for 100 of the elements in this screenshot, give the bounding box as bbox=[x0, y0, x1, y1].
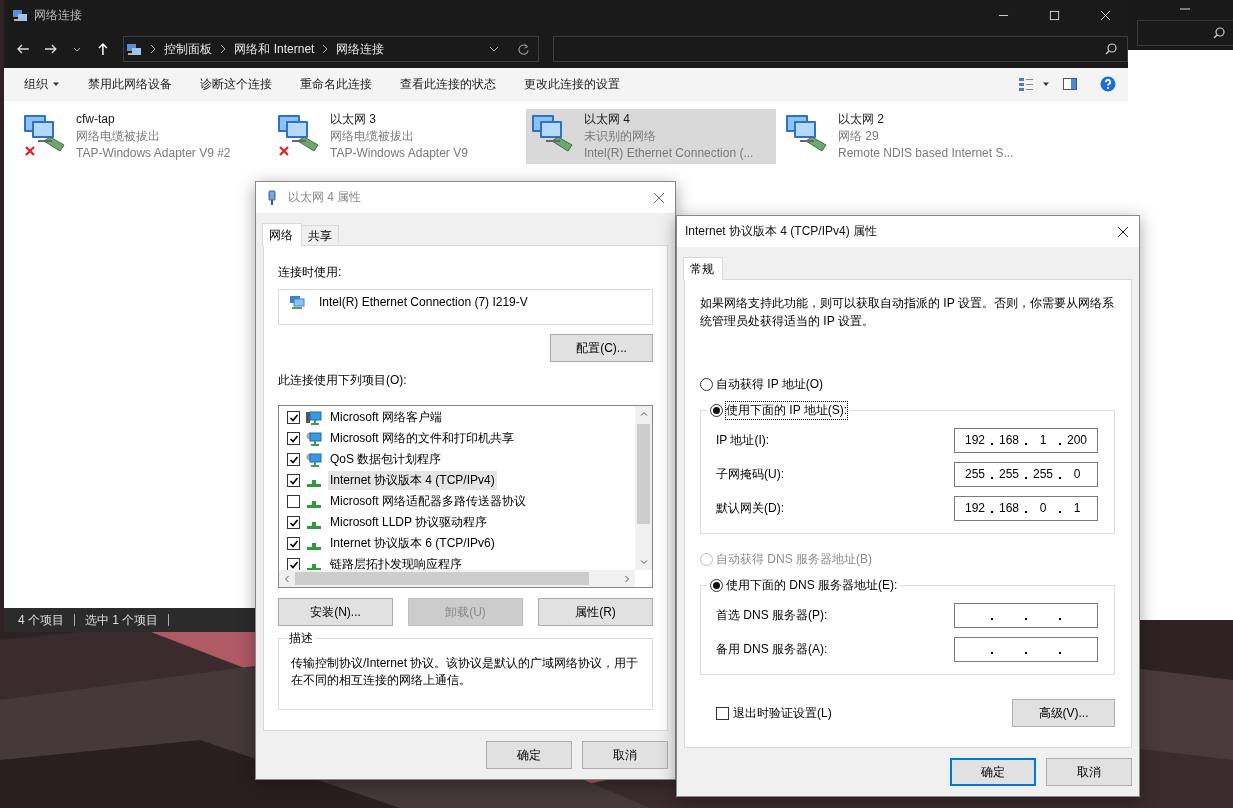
dialog-title: Internet 协议版本 4 (TCP/IPv4) 属性 bbox=[685, 223, 878, 240]
maximize-icon[interactable] bbox=[1049, 9, 1060, 21]
adapter-device: TAP-Windows Adapter V9 bbox=[330, 145, 468, 162]
breadcrumb-item[interactable]: 网络连接 bbox=[336, 40, 385, 58]
tab[interactable]: 共享 bbox=[301, 225, 339, 245]
up-arrow-icon[interactable] bbox=[95, 42, 110, 56]
back-icon[interactable] bbox=[16, 42, 30, 56]
ip-address-field[interactable]: 255 255 255 0 bbox=[954, 461, 1098, 487]
checkbox[interactable] bbox=[287, 432, 300, 445]
intro-text: 如果网络支持此功能，则可以获取自动指派的 IP 设置。否则，你需要从网络系统管理员处获得适当的 IP 设置。 bbox=[700, 295, 1115, 330]
command-button[interactable]: 查看此连接的状态 bbox=[392, 71, 504, 97]
network-adapter-icon bbox=[289, 294, 305, 310]
checkbox[interactable] bbox=[287, 474, 300, 487]
breadcrumb-item[interactable]: 网络和 Internet bbox=[234, 40, 315, 58]
section-label: 此连接使用下列项目(O): bbox=[278, 372, 408, 389]
search-icon bbox=[1105, 43, 1118, 55]
list-item[interactable]: Microsoft 网络客户端 bbox=[328, 408, 444, 427]
action-button[interactable]: 安装(N)... bbox=[278, 598, 393, 626]
status-text: 选中 1 个项目 bbox=[85, 611, 159, 629]
adapter-name: 以太网 3 bbox=[330, 111, 377, 128]
chevron-icon bbox=[220, 44, 227, 54]
checkbox[interactable] bbox=[287, 537, 300, 550]
dialog-button[interactable]: 取消 bbox=[1046, 758, 1132, 786]
adapter-name: 以太网 4 bbox=[584, 111, 631, 128]
configure-button[interactable]: 配置(C)... bbox=[550, 334, 653, 362]
field-label: 默认网关(D): bbox=[716, 499, 785, 517]
command-button[interactable]: 诊断这个连接 bbox=[192, 71, 280, 97]
adapter-name: Intel(R) Ethernet Connection (7) I219-V bbox=[319, 295, 528, 309]
network-folder-icon bbox=[126, 41, 143, 57]
command-button[interactable]: 组织 bbox=[16, 71, 68, 97]
dialog-button[interactable]: 确定 bbox=[950, 758, 1036, 786]
list-item[interactable]: 链路层拓扑发现响应程序 bbox=[328, 555, 464, 570]
adapter-status: 未识别的网络 bbox=[584, 128, 657, 145]
adapter-status: 网络电缆被拔出 bbox=[76, 128, 161, 145]
breadcrumb-item[interactable]: 控制面板 bbox=[164, 40, 213, 58]
network-client-icon bbox=[306, 409, 322, 426]
network-service-icon bbox=[306, 430, 322, 447]
radio-label[interactable]: 使用下面的 DNS 服务器地址(E): bbox=[726, 576, 898, 594]
description-text: 传输控制协议/Internet 协议。该协议是默认的广域网络协议，用于在不同的相互连接的网络上通信。 bbox=[291, 655, 640, 689]
checkbox[interactable] bbox=[287, 558, 300, 570]
tab[interactable]: 常规 bbox=[683, 257, 723, 280]
search-field[interactable] bbox=[552, 36, 1129, 62]
ip-address-field[interactable] bbox=[954, 602, 1098, 628]
refresh-icon[interactable] bbox=[516, 42, 530, 56]
forward-icon[interactable] bbox=[43, 42, 58, 56]
checkbox[interactable] bbox=[287, 516, 300, 529]
preview-pane-icon[interactable] bbox=[1062, 76, 1078, 92]
caret-icon bbox=[52, 80, 60, 88]
chevron-icon bbox=[322, 44, 329, 54]
network-adapter-item[interactable]: cfw-tap 网络电缆被拔出 TAP-Windows Adapter V9 #2 bbox=[18, 109, 268, 164]
field-label: 首选 DNS 服务器(P): bbox=[716, 606, 829, 624]
command-button[interactable]: 禁用此网络设备 bbox=[80, 71, 180, 97]
network-protocol-icon bbox=[307, 564, 321, 570]
list-item[interactable]: Microsoft 网络适配器多路传送器协议 bbox=[328, 492, 528, 511]
advanced-button[interactable]: 高级(V)... bbox=[1012, 699, 1115, 727]
radio-label[interactable]: 自动获得 IP 地址(O) bbox=[716, 375, 824, 393]
chevron-icon bbox=[150, 44, 157, 54]
checkbox[interactable] bbox=[287, 495, 300, 508]
ip-address-field[interactable]: 192 168 1 200 bbox=[954, 427, 1098, 453]
radio-button[interactable] bbox=[710, 578, 723, 592]
radio-label[interactable]: 使用下面的 IP 地址(S): bbox=[726, 401, 848, 419]
checkbox[interactable] bbox=[287, 411, 300, 424]
list-item[interactable]: QoS 数据包计划程序 bbox=[328, 450, 444, 469]
network-adapter-item[interactable]: 以太网 2 网络 29 Remote NDIS based Internet S... bbox=[780, 109, 1030, 164]
close-icon[interactable] bbox=[1117, 225, 1129, 238]
list-item[interactable]: Internet 协议版本 6 (TCP/IPv6) bbox=[328, 534, 497, 553]
network-protocol-icon bbox=[307, 543, 321, 550]
dialog-title: 以太网 4 属性 bbox=[288, 189, 362, 206]
checkbox-label[interactable]: 退出时验证设置(L) bbox=[733, 704, 832, 722]
list-item[interactable]: Internet 协议版本 4 (TCP/IPv4) bbox=[328, 471, 497, 490]
tab[interactable]: 网络 bbox=[262, 223, 302, 246]
network-adapter-item[interactable]: 以太网 3 网络电缆被拔出 TAP-Windows Adapter V9 bbox=[272, 109, 522, 164]
dialog-button[interactable]: 取消 bbox=[582, 741, 668, 769]
command-button[interactable]: 重命名此连接 bbox=[292, 71, 380, 97]
network-adapter-item[interactable]: 以太网 4 未识别的网络 Intel(R) Ethernet Connection (... bbox=[526, 109, 776, 164]
search-field[interactable] bbox=[1137, 20, 1233, 46]
caret-icon[interactable] bbox=[488, 44, 499, 54]
radio-button[interactable] bbox=[700, 377, 713, 391]
action-button[interactable]: 属性(R) bbox=[538, 598, 653, 626]
view-options-icon[interactable] bbox=[1018, 76, 1034, 92]
address-bar[interactable]: 控制面板 网络和 Internet 网络连接 bbox=[123, 36, 539, 62]
radio-button[interactable] bbox=[710, 403, 723, 417]
help-icon[interactable] bbox=[1100, 76, 1116, 92]
adapter-device: Remote NDIS based Internet S... bbox=[838, 145, 1014, 162]
adapter-device: Intel(R) Ethernet Connection (... bbox=[584, 145, 754, 162]
field-label: IP 地址(I): bbox=[716, 431, 771, 449]
dialog-button[interactable]: 确定 bbox=[486, 741, 572, 769]
adapter-name: cfw-tap bbox=[76, 111, 116, 128]
list-item[interactable]: Microsoft 网络的文件和打印机共享 bbox=[328, 429, 516, 448]
command-button[interactable]: 更改此连接的设置 bbox=[516, 71, 628, 97]
ip-address-field[interactable] bbox=[954, 636, 1098, 662]
window-title: 网络连接 bbox=[34, 6, 82, 24]
list-item[interactable]: Microsoft LLDP 协议驱动程序 bbox=[328, 513, 490, 532]
caret-icon[interactable] bbox=[1042, 80, 1050, 88]
ip-address-field[interactable]: 192 168 0 1 bbox=[954, 495, 1098, 521]
checkbox[interactable] bbox=[716, 706, 729, 720]
network-protocol-icon bbox=[307, 480, 321, 487]
network-protocol-icon bbox=[307, 501, 321, 508]
network-service-icon bbox=[306, 451, 322, 468]
checkbox[interactable] bbox=[287, 453, 300, 466]
